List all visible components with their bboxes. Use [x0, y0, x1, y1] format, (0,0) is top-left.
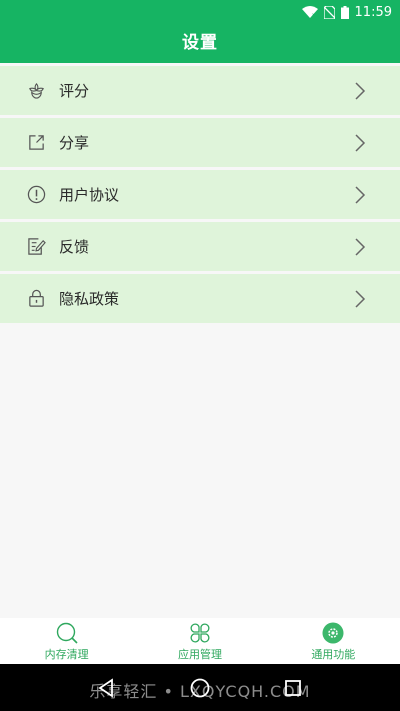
menu-item-label: 隐私政策	[59, 290, 120, 308]
flower-icon	[29, 83, 44, 99]
tab-label: 通用功能	[311, 648, 356, 661]
edit-icon	[28, 238, 46, 255]
tab-memory-clean[interactable]: 内存清理	[0, 618, 133, 664]
menu-item-label: 评分	[59, 82, 90, 100]
svg-text:x: x	[312, 12, 316, 18]
chevron-right-icon	[355, 186, 366, 204]
menu-item-agreement[interactable]: 用户协议	[0, 170, 400, 219]
tab-label: 应用管理	[177, 648, 222, 661]
menu-item-label: 用户协议	[59, 186, 120, 204]
gear-icon	[322, 622, 344, 644]
home-icon[interactable]	[188, 676, 212, 700]
menu-item-feedback[interactable]: 反馈	[0, 222, 400, 271]
chevron-right-icon	[355, 238, 366, 256]
bottom-tab-bar: 内存清理 应用管理 通用功能	[0, 618, 400, 664]
chevron-right-icon	[355, 134, 366, 152]
magnifier-icon	[56, 622, 78, 644]
chevron-right-icon	[355, 82, 366, 100]
tab-label: 内存清理	[44, 648, 89, 661]
wifi-icon: x	[301, 6, 318, 18]
menu-item-privacy[interactable]: 隐私政策	[0, 274, 400, 323]
battery-icon	[340, 5, 349, 19]
recents-icon[interactable]	[281, 676, 305, 700]
menu-item-label: 反馈	[59, 238, 90, 256]
lock-icon	[29, 289, 44, 307]
page-title: 设置	[182, 33, 218, 53]
system-nav-bar	[0, 664, 400, 711]
tab-app-manage[interactable]: 应用管理	[133, 618, 266, 664]
info-icon	[27, 185, 46, 204]
share-icon	[29, 135, 44, 150]
no-sim-icon	[323, 5, 335, 19]
settings-menu: 评分 分享 用户协议 反馈 隐私政策	[0, 66, 400, 326]
clover-icon	[190, 623, 210, 643]
chevron-right-icon	[355, 290, 366, 308]
status-bar: x 11:59	[0, 0, 400, 24]
status-time: 11:59	[354, 4, 392, 20]
menu-item-rate[interactable]: 评分	[0, 66, 400, 115]
menu-item-label: 分享	[59, 134, 90, 152]
menu-item-share[interactable]: 分享	[0, 118, 400, 167]
app-header: x 11:59 设置	[0, 0, 400, 63]
back-icon[interactable]	[95, 676, 119, 700]
tab-general[interactable]: 通用功能	[267, 618, 400, 664]
